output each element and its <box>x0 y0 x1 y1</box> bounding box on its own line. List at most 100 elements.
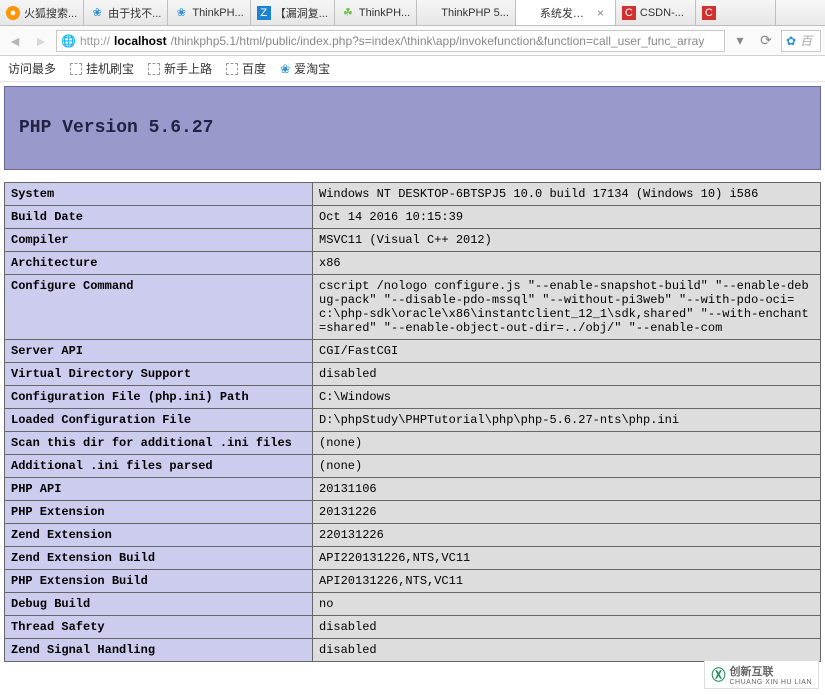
info-value: cscript /nologo configure.js "--enable-s… <box>313 275 821 340</box>
info-key: Virtual Directory Support <box>5 363 313 386</box>
info-value: disabled <box>313 363 821 386</box>
phpinfo-header: PHP Version 5.6.27 <box>4 86 821 170</box>
favicon-icon: C <box>622 6 636 20</box>
table-row: PHP Extension BuildAPI20131226,NTS,VC11 <box>5 570 821 593</box>
favicon-icon: ❀ <box>174 6 188 20</box>
reload-button[interactable]: ⟳ <box>755 30 777 52</box>
browser-tab[interactable]: ❀ ThinkPH... <box>168 0 250 25</box>
bookmark-label: 爱淘宝 <box>294 60 330 77</box>
browser-tab-active[interactable]: 系统发生...× <box>516 0 616 25</box>
close-icon[interactable]: × <box>597 7 609 19</box>
table-row: Loaded Configuration FileD:\phpStudy\PHP… <box>5 409 821 432</box>
info-value: 20131226 <box>313 501 821 524</box>
phpinfo-table: SystemWindows NT DESKTOP-6BTSPJ5 10.0 bu… <box>4 182 821 662</box>
paw-icon: ❀ <box>280 62 290 76</box>
table-row: Architecturex86 <box>5 252 821 275</box>
bookmark-label: 挂机刷宝 <box>86 60 134 77</box>
tab-label: CSDN-... <box>640 7 689 19</box>
info-key: Architecture <box>5 252 313 275</box>
info-key: Scan this dir for additional .ini files <box>5 432 313 455</box>
info-value: MSVC11 (Visual C++ 2012) <box>313 229 821 252</box>
watermark: Ⓧ 创新互联 CHUANG XIN HU LIAN <box>704 660 819 689</box>
favicon-icon: ☘ <box>341 6 355 20</box>
info-key: Zend Signal Handling <box>5 639 313 662</box>
tab-label: ThinkPH... <box>359 7 410 19</box>
bookmark-label: 新手上路 <box>164 60 212 77</box>
info-key: Server API <box>5 340 313 363</box>
table-row: Thread Safetydisabled <box>5 616 821 639</box>
info-value: D:\phpStudy\PHPTutorial\php\php-5.6.27-n… <box>313 409 821 432</box>
table-row: Configure Commandcscript /nologo configu… <box>5 275 821 340</box>
url-protocol: http:// <box>80 34 110 48</box>
info-value: API220131226,NTS,VC11 <box>313 547 821 570</box>
info-key: Thread Safety <box>5 616 313 639</box>
tab-label: ThinkPH... <box>192 7 243 19</box>
most-visited[interactable]: 访问最多 <box>8 60 56 77</box>
info-value: (none) <box>313 432 821 455</box>
watermark-brand: 创新互联 <box>729 663 812 679</box>
bookmark-item[interactable]: ❀ 爱淘宝 <box>280 60 330 77</box>
browser-tab[interactable]: ThinkPHP 5... <box>417 0 516 25</box>
back-button[interactable]: ◄ <box>4 30 26 52</box>
info-key: Compiler <box>5 229 313 252</box>
table-row: CompilerMSVC11 (Visual C++ 2012) <box>5 229 821 252</box>
bookmark-label: 百度 <box>242 60 266 77</box>
search-hint: 百 <box>800 32 812 49</box>
placeholder-icon <box>70 63 82 75</box>
tab-label: 火狐搜索... <box>24 5 77 21</box>
table-row: Virtual Directory Supportdisabled <box>5 363 821 386</box>
table-row: SystemWindows NT DESKTOP-6BTSPJ5 10.0 bu… <box>5 183 821 206</box>
browser-tab[interactable]: ●火狐搜索... <box>0 0 84 25</box>
table-row: Configuration File (php.ini) PathC:\Wind… <box>5 386 821 409</box>
browser-tab[interactable]: ❀ 由于找不... <box>84 0 168 25</box>
info-key: Zend Extension <box>5 524 313 547</box>
table-row: Build DateOct 14 2016 10:15:39 <box>5 206 821 229</box>
favicon-icon <box>522 6 536 20</box>
info-value: disabled <box>313 639 821 662</box>
bookmark-item[interactable]: 挂机刷宝 <box>70 60 134 77</box>
table-row: PHP API20131106 <box>5 478 821 501</box>
dropdown-icon[interactable]: ▾ <box>729 30 751 52</box>
most-visited-label: 访问最多 <box>8 60 56 77</box>
info-key: Loaded Configuration File <box>5 409 313 432</box>
tab-label: 由于找不... <box>108 5 161 21</box>
url-path: /thinkphp5.1/html/public/index.php?s=ind… <box>171 34 705 48</box>
info-key: Debug Build <box>5 593 313 616</box>
favicon-icon: ❀ <box>90 6 104 20</box>
info-key: Additional .ini files parsed <box>5 455 313 478</box>
star-icon: ✿ <box>786 34 796 48</box>
table-row: Zend Extension220131226 <box>5 524 821 547</box>
table-row: Zend Signal Handlingdisabled <box>5 639 821 662</box>
favicon-icon: C <box>702 6 716 20</box>
browser-tab[interactable]: C CSDN-... <box>616 0 696 25</box>
browser-tab[interactable]: ☘ ThinkPH... <box>335 0 417 25</box>
browser-tab[interactable]: C <box>696 0 776 25</box>
url-host: localhost <box>114 34 167 48</box>
info-value: 20131106 <box>313 478 821 501</box>
bookmark-item[interactable]: 百度 <box>226 60 266 77</box>
browser-tab[interactable]: Z 【漏洞复... <box>251 0 335 25</box>
watermark-sub: CHUANG XIN HU LIAN <box>729 679 812 686</box>
url-input[interactable]: 🌐 http:// localhost/thinkphp5.1/html/publ… <box>56 30 725 52</box>
table-row: Additional .ini files parsed(none) <box>5 455 821 478</box>
info-value: no <box>313 593 821 616</box>
info-key: PHP Extension <box>5 501 313 524</box>
info-key: Build Date <box>5 206 313 229</box>
tab-label: 【漏洞复... <box>275 5 328 21</box>
watermark-logo-icon: Ⓧ <box>711 665 725 685</box>
address-bar: ◄ ► 🌐 http:// localhost/thinkphp5.1/html/… <box>0 26 825 56</box>
info-key: Configure Command <box>5 275 313 340</box>
table-row: Debug Buildno <box>5 593 821 616</box>
forward-button[interactable]: ► <box>30 30 52 52</box>
tab-label: ThinkPHP 5... <box>441 7 509 19</box>
favicon-icon: Z <box>257 6 271 20</box>
info-value: x86 <box>313 252 821 275</box>
search-box[interactable]: ✿ 百 <box>781 30 821 52</box>
info-value: disabled <box>313 616 821 639</box>
info-key: Configuration File (php.ini) Path <box>5 386 313 409</box>
info-key: PHP Extension Build <box>5 570 313 593</box>
bookmark-item[interactable]: 新手上路 <box>148 60 212 77</box>
globe-icon: 🌐 <box>61 34 76 48</box>
placeholder-icon <box>148 63 160 75</box>
page-content: PHP Version 5.6.27 SystemWindows NT DESK… <box>0 86 825 662</box>
